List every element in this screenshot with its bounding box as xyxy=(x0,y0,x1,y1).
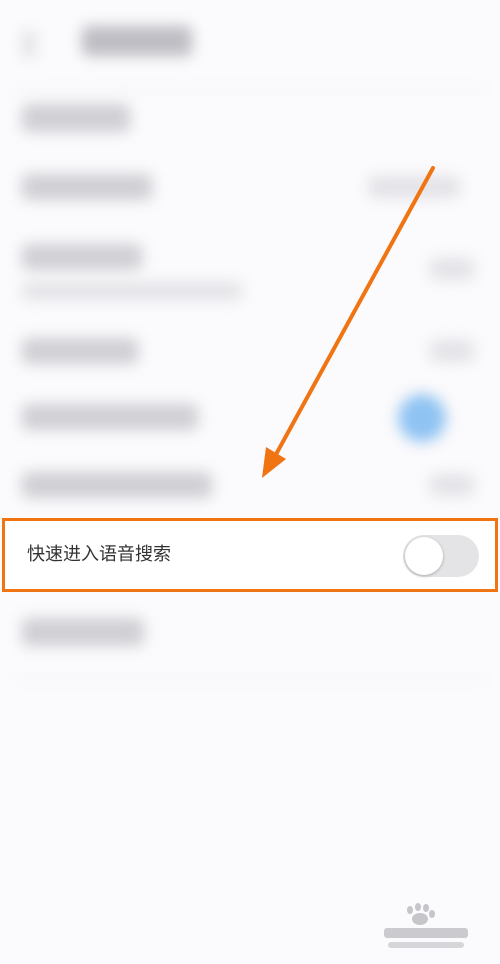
toggle-knob xyxy=(405,537,443,575)
quick-voice-search-row[interactable]: 快速进入语音搜索 xyxy=(2,518,498,592)
quick-voice-search-toggle[interactable] xyxy=(403,535,479,577)
quick-voice-search-label: 快速进入语音搜索 xyxy=(27,544,171,565)
settings-screen: 快速进入语音搜索 xyxy=(0,0,500,964)
baidu-jingyan-watermark-icon xyxy=(384,903,468,948)
blurred-settings-background xyxy=(0,0,500,700)
